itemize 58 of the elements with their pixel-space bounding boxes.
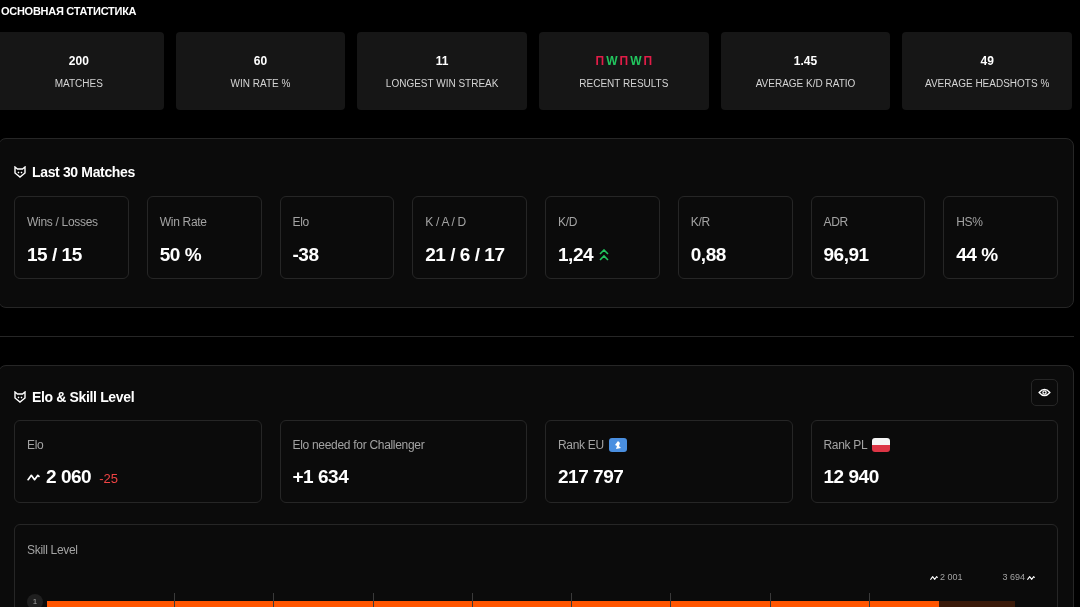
stat-value: 217 797 (558, 465, 624, 489)
stat-value: 50 % (159, 243, 202, 267)
result-letter: W (606, 52, 618, 70)
result-letter: П (595, 52, 605, 70)
stat-value: 0,88 (690, 243, 726, 267)
stat-label: ADR (823, 214, 849, 231)
visibility-button[interactable] (1031, 378, 1058, 406)
stat-label: Rank PL (823, 437, 868, 454)
stat-label: LONGEST WIN STREAK (385, 76, 499, 91)
stat-value: 11 (435, 52, 449, 70)
section-title: ОСНОВНАЯ СТАТИСТИКА (1, 4, 138, 19)
stat-label: Wins / Losses (27, 214, 99, 231)
level-badge: 1 (27, 593, 43, 607)
stat-label: Win Rate (159, 214, 208, 231)
elo-marker: 3 694 (1002, 571, 1025, 584)
result-letter: W (630, 52, 642, 70)
mask-icon (14, 166, 26, 178)
stat-value: 60 (253, 52, 268, 70)
elo-change: -25 (99, 469, 118, 488)
stat-value: 1.45 (793, 52, 818, 70)
panel-title: Elo & Skill Level (32, 387, 135, 407)
stat-value: 96,91 (823, 243, 869, 267)
double-chevron-up-icon (599, 249, 610, 262)
stat-value: -38 (292, 243, 319, 267)
stat-label: Elo (27, 437, 44, 454)
stat-value: 12 940 (823, 465, 879, 489)
trend-line-icon (27, 472, 40, 482)
flag-icon (872, 438, 891, 452)
stat-value: 1,24 (558, 243, 594, 267)
result-letter: П (619, 52, 629, 70)
eye-icon (1038, 387, 1051, 397)
stat-label: K/D (558, 214, 579, 231)
stat-label: RECENT RESULTS (579, 76, 669, 91)
stat-value: 49 (980, 52, 994, 70)
stat-label: HS% (956, 214, 984, 231)
stat-value: 21 / 6 / 17 (425, 243, 505, 267)
stat-label: MATCHES (54, 76, 103, 91)
stat-label: K/R (690, 214, 711, 231)
stat-label: Elo needed for Challenger (292, 437, 425, 454)
stat-label: Rank EU (558, 437, 604, 454)
europe-map-icon (608, 438, 627, 452)
mask-icon (14, 391, 26, 403)
elo-marker: 2 001 (939, 571, 963, 584)
panel-title: Last 30 Matches (32, 162, 135, 182)
stat-value: +1 634 (292, 465, 349, 489)
stat-value: 2 060 (46, 465, 92, 489)
stat-label: WIN RATE % (230, 76, 291, 91)
stat-value: 44 % (956, 243, 998, 267)
trend-line-icon (1027, 574, 1035, 581)
trend-line-icon (929, 574, 938, 581)
stat-value: 200 (68, 52, 89, 70)
stat-label: AVERAGE K/D RATIO (755, 76, 856, 91)
stat-label: AVERAGE HEADSHOTS % (925, 76, 1050, 91)
stat-label: K / A / D (425, 214, 467, 231)
stat-value: 15 / 15 (27, 243, 82, 267)
skill-label: Skill Level (27, 542, 79, 559)
stat-label: Elo (292, 214, 310, 231)
result-letter: П (643, 52, 653, 70)
